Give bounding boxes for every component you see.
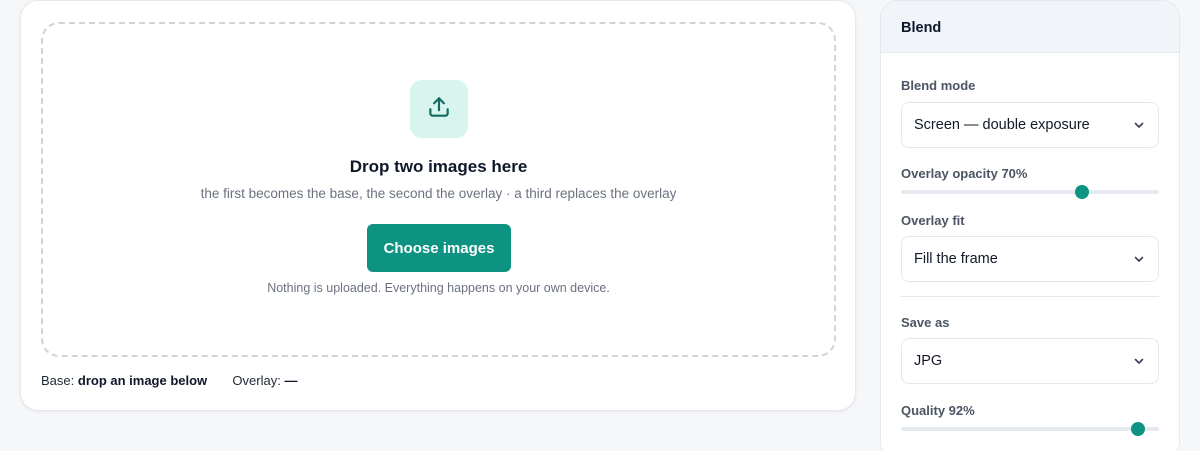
- base-label: Base:: [41, 373, 75, 388]
- blend-mode-label: Blend mode: [901, 78, 976, 93]
- choose-images-button[interactable]: Choose images: [367, 224, 511, 272]
- drop-zone[interactable]: Drop two images here the first becomes t…: [41, 22, 836, 357]
- section-divider: [901, 296, 1159, 297]
- save-as-value: JPG: [914, 353, 943, 369]
- chevron-down-icon: [1132, 118, 1146, 132]
- blend-panel: Blend Blend mode Screen — double exposur…: [880, 0, 1180, 451]
- quality-slider[interactable]: [901, 421, 1159, 437]
- blend-mode-select[interactable]: Screen — double exposure: [901, 102, 1159, 148]
- overlay-opacity-slider[interactable]: [901, 184, 1159, 200]
- save-as-label: Save as: [901, 315, 950, 330]
- overlay-label: Overlay:: [232, 373, 281, 388]
- chevron-down-icon: [1132, 354, 1146, 368]
- slider-thumb[interactable]: [1131, 422, 1146, 436]
- overlay-fit-label: Overlay fit: [901, 213, 965, 228]
- privacy-note: Nothing is uploaded. Everything happens …: [267, 281, 610, 295]
- save-as-select[interactable]: JPG: [901, 338, 1159, 384]
- drop-subtitle: the first becomes the base, the second t…: [200, 186, 677, 201]
- overlay-value: —: [284, 373, 298, 388]
- slider-thumb[interactable]: [1074, 185, 1089, 199]
- image-input-card: Drop two images here the first becomes t…: [20, 0, 856, 411]
- panel-title: Blend: [881, 1, 1179, 53]
- quality-label: Quality 92%: [901, 403, 975, 418]
- overlay-fit-select[interactable]: Fill the frame: [901, 236, 1159, 282]
- blend-mode-value: Screen — double exposure: [914, 117, 1090, 133]
- upload-icon: [426, 94, 452, 125]
- slider-track: [901, 190, 1159, 194]
- overlay-opacity-label: Overlay opacity 70%: [901, 166, 1028, 181]
- status-line: Base: drop an image below Overlay: —: [41, 373, 297, 388]
- chevron-down-icon: [1132, 252, 1146, 266]
- overlay-fit-value: Fill the frame: [914, 251, 998, 267]
- slider-track: [901, 427, 1159, 431]
- drop-title: Drop two images here: [349, 157, 528, 176]
- upload-icon-tile: [410, 80, 468, 138]
- base-value: drop an image below: [77, 373, 208, 388]
